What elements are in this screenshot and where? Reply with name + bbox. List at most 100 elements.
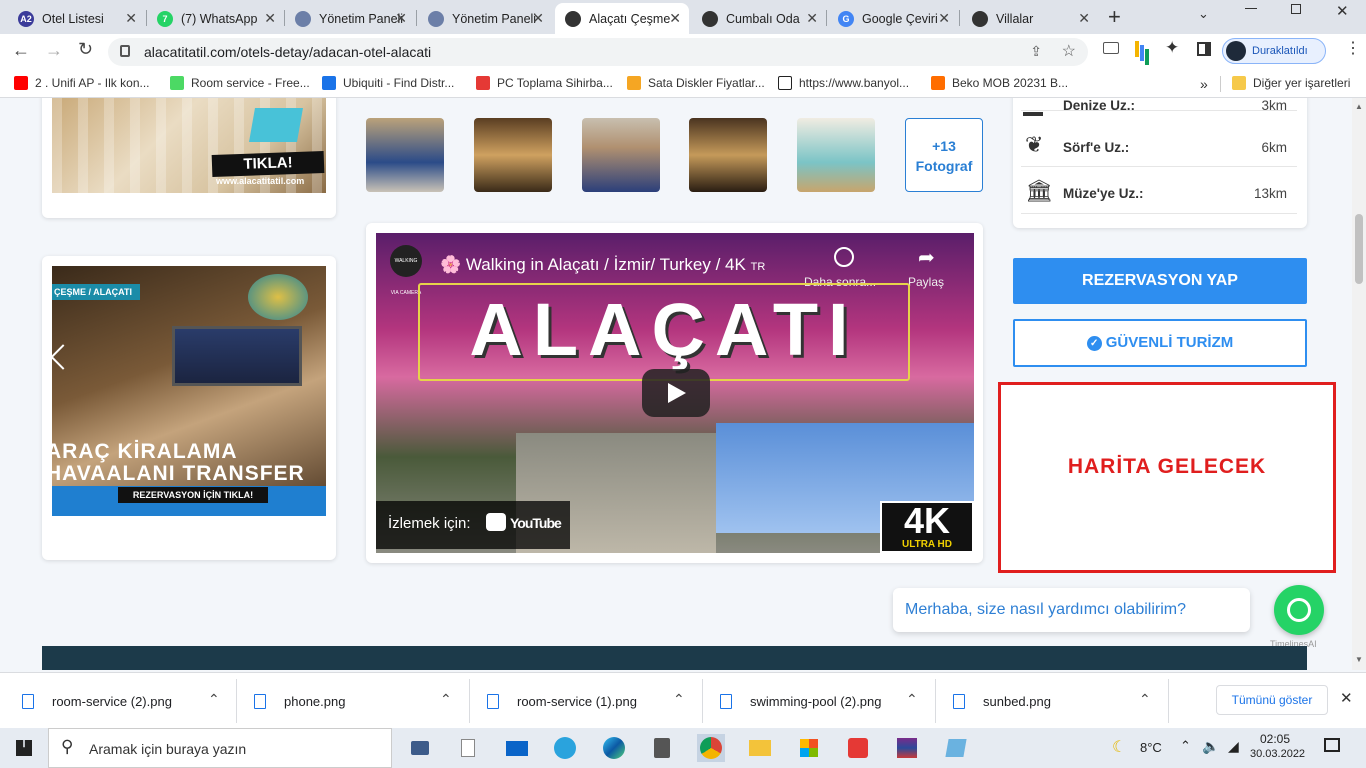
close-icon[interactable]: ✕ xyxy=(806,10,818,27)
chevron-up-icon[interactable]: ⌃ xyxy=(1180,738,1191,754)
tab-yonetim-paneli-1[interactable]: Yönetim Paneli ✕ xyxy=(285,3,415,34)
close-icon[interactable]: ✕ xyxy=(532,10,544,27)
close-icon[interactable]: ✕ xyxy=(125,10,137,27)
bookmark-item[interactable]: PC Toplama Sihirba... xyxy=(476,76,613,90)
download-item[interactable]: phone.png ⌃ xyxy=(254,673,464,729)
close-icon[interactable]: ✕ xyxy=(395,10,407,27)
volume-icon[interactable]: 🔈 xyxy=(1202,738,1219,755)
ad-cta[interactable]: REZERVASYON İÇİN TIKLA! xyxy=(118,487,268,503)
new-tab-button[interactable]: + xyxy=(1108,4,1121,30)
telegram-icon[interactable] xyxy=(551,734,579,762)
gallery-thumb[interactable] xyxy=(474,118,552,192)
tab-whatsapp[interactable]: 7 (7) WhatsApp ✕ xyxy=(147,3,284,34)
share-icon[interactable]: ⇪ xyxy=(1030,43,1042,60)
back-icon[interactable]: ← xyxy=(12,40,30,61)
channel-avatar[interactable]: WALKING VIA CAMERA xyxy=(390,245,422,296)
ad-card-decor[interactable]: TIKLA! www.alacatitatil.com xyxy=(42,98,336,218)
play-button[interactable] xyxy=(642,369,710,417)
share-arrow-icon[interactable]: ➦ xyxy=(918,245,935,270)
close-icon[interactable]: ✕ xyxy=(669,10,681,27)
ad-click-label[interactable]: TIKLA! xyxy=(211,151,325,177)
profile-button[interactable]: Duraklatıldı xyxy=(1222,38,1326,64)
bookmark-item[interactable]: Ubiquiti - Find Distr... xyxy=(322,76,454,90)
forward-icon[interactable]: → xyxy=(45,40,63,61)
moon-weather-icon[interactable]: ☾ xyxy=(1112,737,1126,757)
tab-otel-listesi[interactable]: A2 Otel Listesi ✕ xyxy=(8,3,145,34)
bookmark-item[interactable]: Beko MOB 20231 B... xyxy=(931,76,1068,90)
clock-time[interactable]: 02:05 xyxy=(1250,732,1300,746)
tab-search-icon[interactable]: ⌄ xyxy=(1198,6,1209,22)
show-all-downloads-button[interactable]: Tümünü göster xyxy=(1216,685,1328,715)
transfer-ad-image[interactable]: ÇEŞME / ALAÇATI ARAÇ KİRALAMA HAVAALANI … xyxy=(52,266,326,516)
close-icon[interactable]: ✕ xyxy=(264,10,276,27)
mail-icon[interactable] xyxy=(503,734,531,762)
bookmark-star-icon[interactable]: ☆ xyxy=(1062,41,1076,61)
close-icon[interactable]: ✕ xyxy=(1078,10,1090,27)
store-icon[interactable] xyxy=(795,734,823,762)
menu-icon[interactable]: ⋮ xyxy=(1345,38,1361,58)
ad-card-transfer[interactable]: ÇEŞME / ALAÇATI ARAÇ KİRALAMA HAVAALANI … xyxy=(42,256,336,560)
gallery-thumb[interactable] xyxy=(582,118,660,192)
chevron-up-icon[interactable]: ⌃ xyxy=(906,691,918,708)
chevron-up-icon[interactable]: ⌃ xyxy=(673,691,685,708)
scrollbar-thumb[interactable] xyxy=(1355,214,1363,284)
winrar-icon[interactable] xyxy=(893,734,921,762)
gallery-thumb[interactable] xyxy=(689,118,767,192)
close-icon[interactable]: ✕ xyxy=(938,10,950,27)
download-item[interactable]: room-service (1).png ⌃ xyxy=(487,673,697,729)
share-label[interactable]: Paylaş xyxy=(908,275,944,289)
youtube-embed[interactable]: WALKING VIA CAMERA 🌸 Walking in Alaçatı … xyxy=(376,233,974,553)
bookmark-item[interactable]: 2 . Unifi AP - Ilk kon... xyxy=(14,76,150,90)
chrome-icon[interactable] xyxy=(697,734,725,762)
bookmark-item[interactable]: https://www.banyol... xyxy=(778,76,909,90)
clock-icon[interactable] xyxy=(834,247,854,267)
restore-icon[interactable] xyxy=(1291,4,1301,14)
chat-bubble[interactable]: Merhaba, size nasıl yardımcı olabilirim? xyxy=(893,588,1250,632)
file-explorer-icon[interactable] xyxy=(746,734,774,762)
windows-start-icon[interactable] xyxy=(16,740,32,756)
whatsapp-chat-button[interactable] xyxy=(1274,585,1324,635)
reservation-button[interactable]: REZERVASYON YAP xyxy=(1013,258,1307,304)
secure-tourism-button[interactable]: ✓ GÜVENLİ TURİZM xyxy=(1013,319,1307,367)
close-downloads-icon[interactable]: ✕ xyxy=(1340,689,1353,707)
chevron-left-icon[interactable] xyxy=(52,344,76,370)
extensions-icon[interactable]: ✦ xyxy=(1165,38,1179,58)
edge-icon[interactable] xyxy=(600,734,628,762)
reload-icon[interactable]: ↻ xyxy=(78,39,93,60)
cast-icon[interactable] xyxy=(1103,42,1119,54)
file-icon[interactable] xyxy=(454,734,482,762)
calculator-icon[interactable] xyxy=(648,734,676,762)
analytics-extension-icon[interactable] xyxy=(1135,41,1139,57)
download-item[interactable]: sunbed.png ⌃ xyxy=(953,673,1163,729)
tab-villalar[interactable]: Villalar ✕ xyxy=(962,3,1098,34)
side-panel-icon[interactable] xyxy=(1197,42,1211,56)
bookmarks-overflow-button[interactable]: » xyxy=(1200,76,1208,92)
page-scrollbar[interactable]: ▲ ▼ xyxy=(1352,98,1366,670)
tab-cumbali-oda[interactable]: Cumbalı Oda ✕ xyxy=(692,3,826,34)
tab-alacati-cesme[interactable]: Alaçatı Çeşme ✕ xyxy=(555,3,689,34)
wedding-ad-image[interactable]: TIKLA! www.alacatitatil.com xyxy=(52,98,326,193)
gallery-thumb[interactable] xyxy=(366,118,444,192)
minimize-icon[interactable] xyxy=(1245,8,1257,9)
clock-date[interactable]: 30.03.2022 xyxy=(1250,748,1305,760)
chevron-up-icon[interactable]: ⌃ xyxy=(440,691,452,708)
download-item[interactable]: room-service (2).png ⌃ xyxy=(22,673,232,729)
chevron-up-icon[interactable]: ⌃ xyxy=(208,691,220,708)
video-title[interactable]: 🌸 Walking in Alaçatı / İzmir/ Turkey / 4… xyxy=(440,255,765,275)
notification-icon[interactable] xyxy=(1324,738,1340,752)
bookmark-item[interactable]: Room service - Free... xyxy=(170,76,310,90)
download-item[interactable]: swimming-pool (2).png ⌃ xyxy=(720,673,930,729)
notepad-icon[interactable] xyxy=(942,734,970,762)
more-photos-button[interactable]: +13 Fotograf xyxy=(905,118,983,192)
weather-temperature[interactable]: 8°C xyxy=(1140,740,1162,755)
watch-on-youtube[interactable]: İzlemek için: YouTube xyxy=(376,501,570,549)
other-bookmarks[interactable]: Diğer yer işaretleri xyxy=(1232,76,1350,90)
anydesk-icon[interactable] xyxy=(844,734,872,762)
window-close-icon[interactable]: ✕ xyxy=(1336,2,1349,20)
task-view-icon[interactable] xyxy=(406,734,434,762)
gallery-thumb[interactable] xyxy=(797,118,875,192)
network-icon[interactable]: ◢ xyxy=(1228,738,1239,755)
bookmark-item[interactable]: Sata Diskler Fiyatlar... xyxy=(627,76,765,90)
tab-yonetim-paneli-2[interactable]: Yönetim Paneli ✕ xyxy=(418,3,552,34)
tab-google-ceviri[interactable]: G Google Çeviri ✕ xyxy=(828,3,958,34)
